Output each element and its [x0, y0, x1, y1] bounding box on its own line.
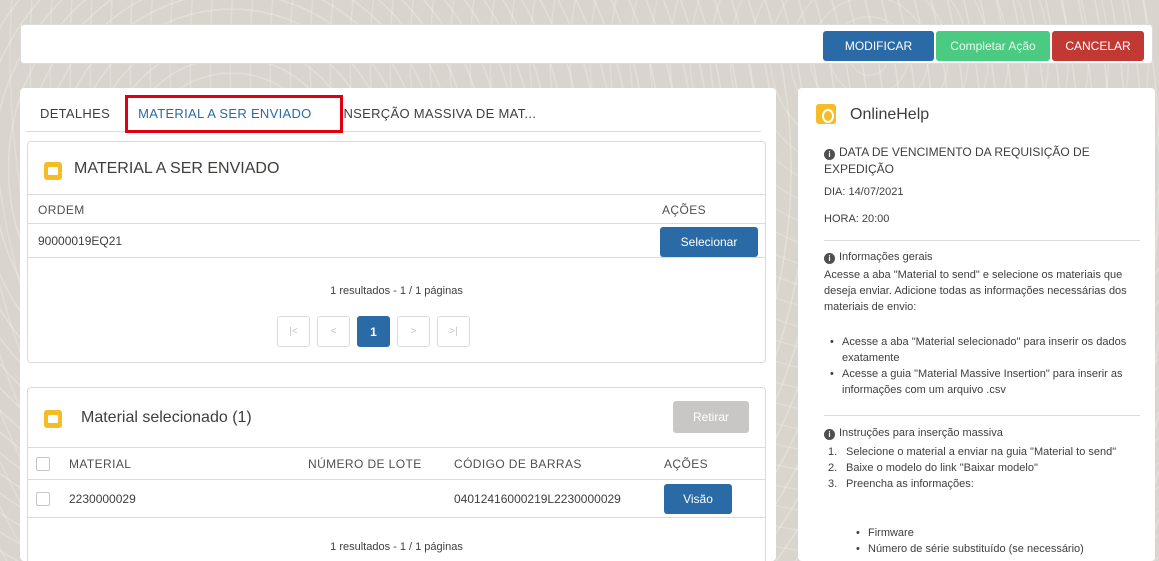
folder-icon [44, 162, 62, 180]
divider [824, 415, 1140, 416]
tab-material-to-send[interactable]: MATERIAL A SER ENVIADO [124, 98, 325, 131]
column-actions: AÇÕES [662, 203, 707, 217]
row-checkbox[interactable] [36, 492, 50, 506]
results-count: 1 resultados - 1 / 1 páginas [330, 541, 463, 553]
step-text: Baixe o modelo do link "Baixar modelo" [846, 462, 1038, 474]
select-all-checkbox[interactable] [36, 457, 50, 471]
current-page-button[interactable]: 1 [357, 316, 390, 347]
column-material: MATERIAL [69, 457, 132, 471]
results-count: 1 resultados - 1 / 1 páginas [330, 285, 463, 297]
list-item: 1. Selecione o material a enviar na guia … [828, 444, 1144, 460]
help-title: OnlineHelp [850, 106, 930, 123]
help-icon [816, 104, 836, 124]
column-actions: AÇÕES [664, 457, 709, 471]
column-order: ORDEM [38, 203, 85, 217]
table-row: 90000019EQ21 Selecionar [28, 224, 765, 258]
mass-insertion-steps: 1. Selecione o material a enviar na guia … [828, 444, 1144, 492]
column-barcode: CÓDIGO DE BARRAS [454, 457, 582, 471]
pagination: |< < 1 > >| [277, 316, 470, 347]
tab-details[interactable]: DETALHES [26, 98, 124, 131]
action-button-group: MODIFICAR Completar Ação CANCELAR [823, 31, 1144, 61]
table-row: 2230000029 04012416000219L2230000029 Vis… [28, 480, 765, 518]
online-help-panel: OnlineHelp i DATA DE VENCIMENTO DA REQUIS… [798, 88, 1155, 561]
mass-insertion-heading-text: Instruções para inserção massiva [839, 427, 1003, 439]
material-to-send-card: MATERIAL A SER ENVIADO ORDEM AÇÕES 90000… [27, 141, 766, 363]
cancel-button[interactable]: CANCELAR [1052, 31, 1144, 61]
card-title: MATERIAL A SER ENVIADO [74, 160, 280, 177]
list-item: Firmware [828, 525, 1144, 541]
view-button[interactable]: Visão [664, 484, 732, 514]
general-info-heading: i Informações gerais [824, 249, 1140, 265]
tab-massive-insertion[interactable]: INSERÇÃO MASSIVA DE MAT... [326, 98, 551, 131]
first-page-button[interactable]: |< [277, 316, 310, 347]
general-info-heading-text: Informações gerais [839, 251, 933, 263]
due-hour: HORA: 20:00 [824, 213, 890, 225]
modify-button[interactable]: MODIFICAR [823, 31, 934, 61]
step-number: 2. [828, 462, 838, 474]
general-info-list: Acesse a aba "Material selecionado" para… [826, 334, 1142, 398]
list-item: 2. Baixe o modelo do link "Baixar modelo" [828, 460, 1144, 476]
due-day: DIA: 14/07/2021 [824, 186, 904, 198]
remove-button[interactable]: Retirar [673, 401, 749, 433]
info-icon: i [824, 429, 835, 440]
folder-icon [44, 410, 62, 428]
card-title: Material selecionado (1) [81, 409, 252, 426]
selected-material-card: Material selecionado (1) Retirar MATERIA… [27, 387, 766, 561]
order-value: 90000019EQ21 [38, 234, 123, 248]
mass-insertion-sub-list: Firmware Número de série substituído (se… [828, 525, 1144, 557]
info-icon: i [824, 253, 835, 264]
column-lot-number: NÚMERO DE LOTE [308, 457, 422, 471]
divider [824, 240, 1140, 241]
step-number: 3. [828, 478, 838, 490]
table-header: ORDEM AÇÕES [28, 194, 765, 224]
general-info-text: Acesse a aba "Material to send" e seleci… [824, 269, 1127, 313]
next-page-button[interactable]: > [397, 316, 430, 347]
list-item: Acesse a guia "Material Massive Insertio… [826, 366, 1142, 398]
main-panel: DETALHES MATERIAL A SER ENVIADO INSERÇÃO… [20, 88, 776, 561]
tab-bar: DETALHES MATERIAL A SER ENVIADO INSERÇÃO… [26, 95, 761, 133]
mass-insertion-heading: i Instruções para inserção massiva [824, 425, 1140, 441]
select-button[interactable]: Selecionar [660, 227, 758, 257]
list-item: Acesse a aba "Material selecionado" para… [826, 334, 1142, 366]
due-date-heading: i DATA DE VENCIMENTO DA REQUISIÇÃO DE EXP… [824, 144, 1140, 178]
list-item: Número de série substituído (se necessár… [828, 541, 1144, 557]
step-text: Preencha as informações: [846, 478, 974, 490]
table-header: MATERIAL NÚMERO DE LOTE CÓDIGO DE BARRAS… [28, 447, 765, 480]
complete-action-button[interactable]: Completar Ação [936, 31, 1050, 61]
step-text: Selecione o material a enviar na guia "M… [846, 446, 1117, 458]
info-icon: i [824, 149, 835, 160]
due-date-heading-text: DATA DE VENCIMENTO DA REQUISIÇÃO DE EXPE… [824, 145, 1090, 176]
last-page-button[interactable]: >| [437, 316, 470, 347]
step-number: 1. [828, 446, 838, 458]
prev-page-button[interactable]: < [317, 316, 350, 347]
material-value: 2230000029 [69, 492, 136, 506]
barcode-value: 04012416000219L2230000029 [454, 492, 621, 506]
action-bar: MODIFICAR Completar Ação CANCELAR [20, 24, 1153, 64]
list-item: 3. Preencha as informações: [828, 476, 1144, 492]
